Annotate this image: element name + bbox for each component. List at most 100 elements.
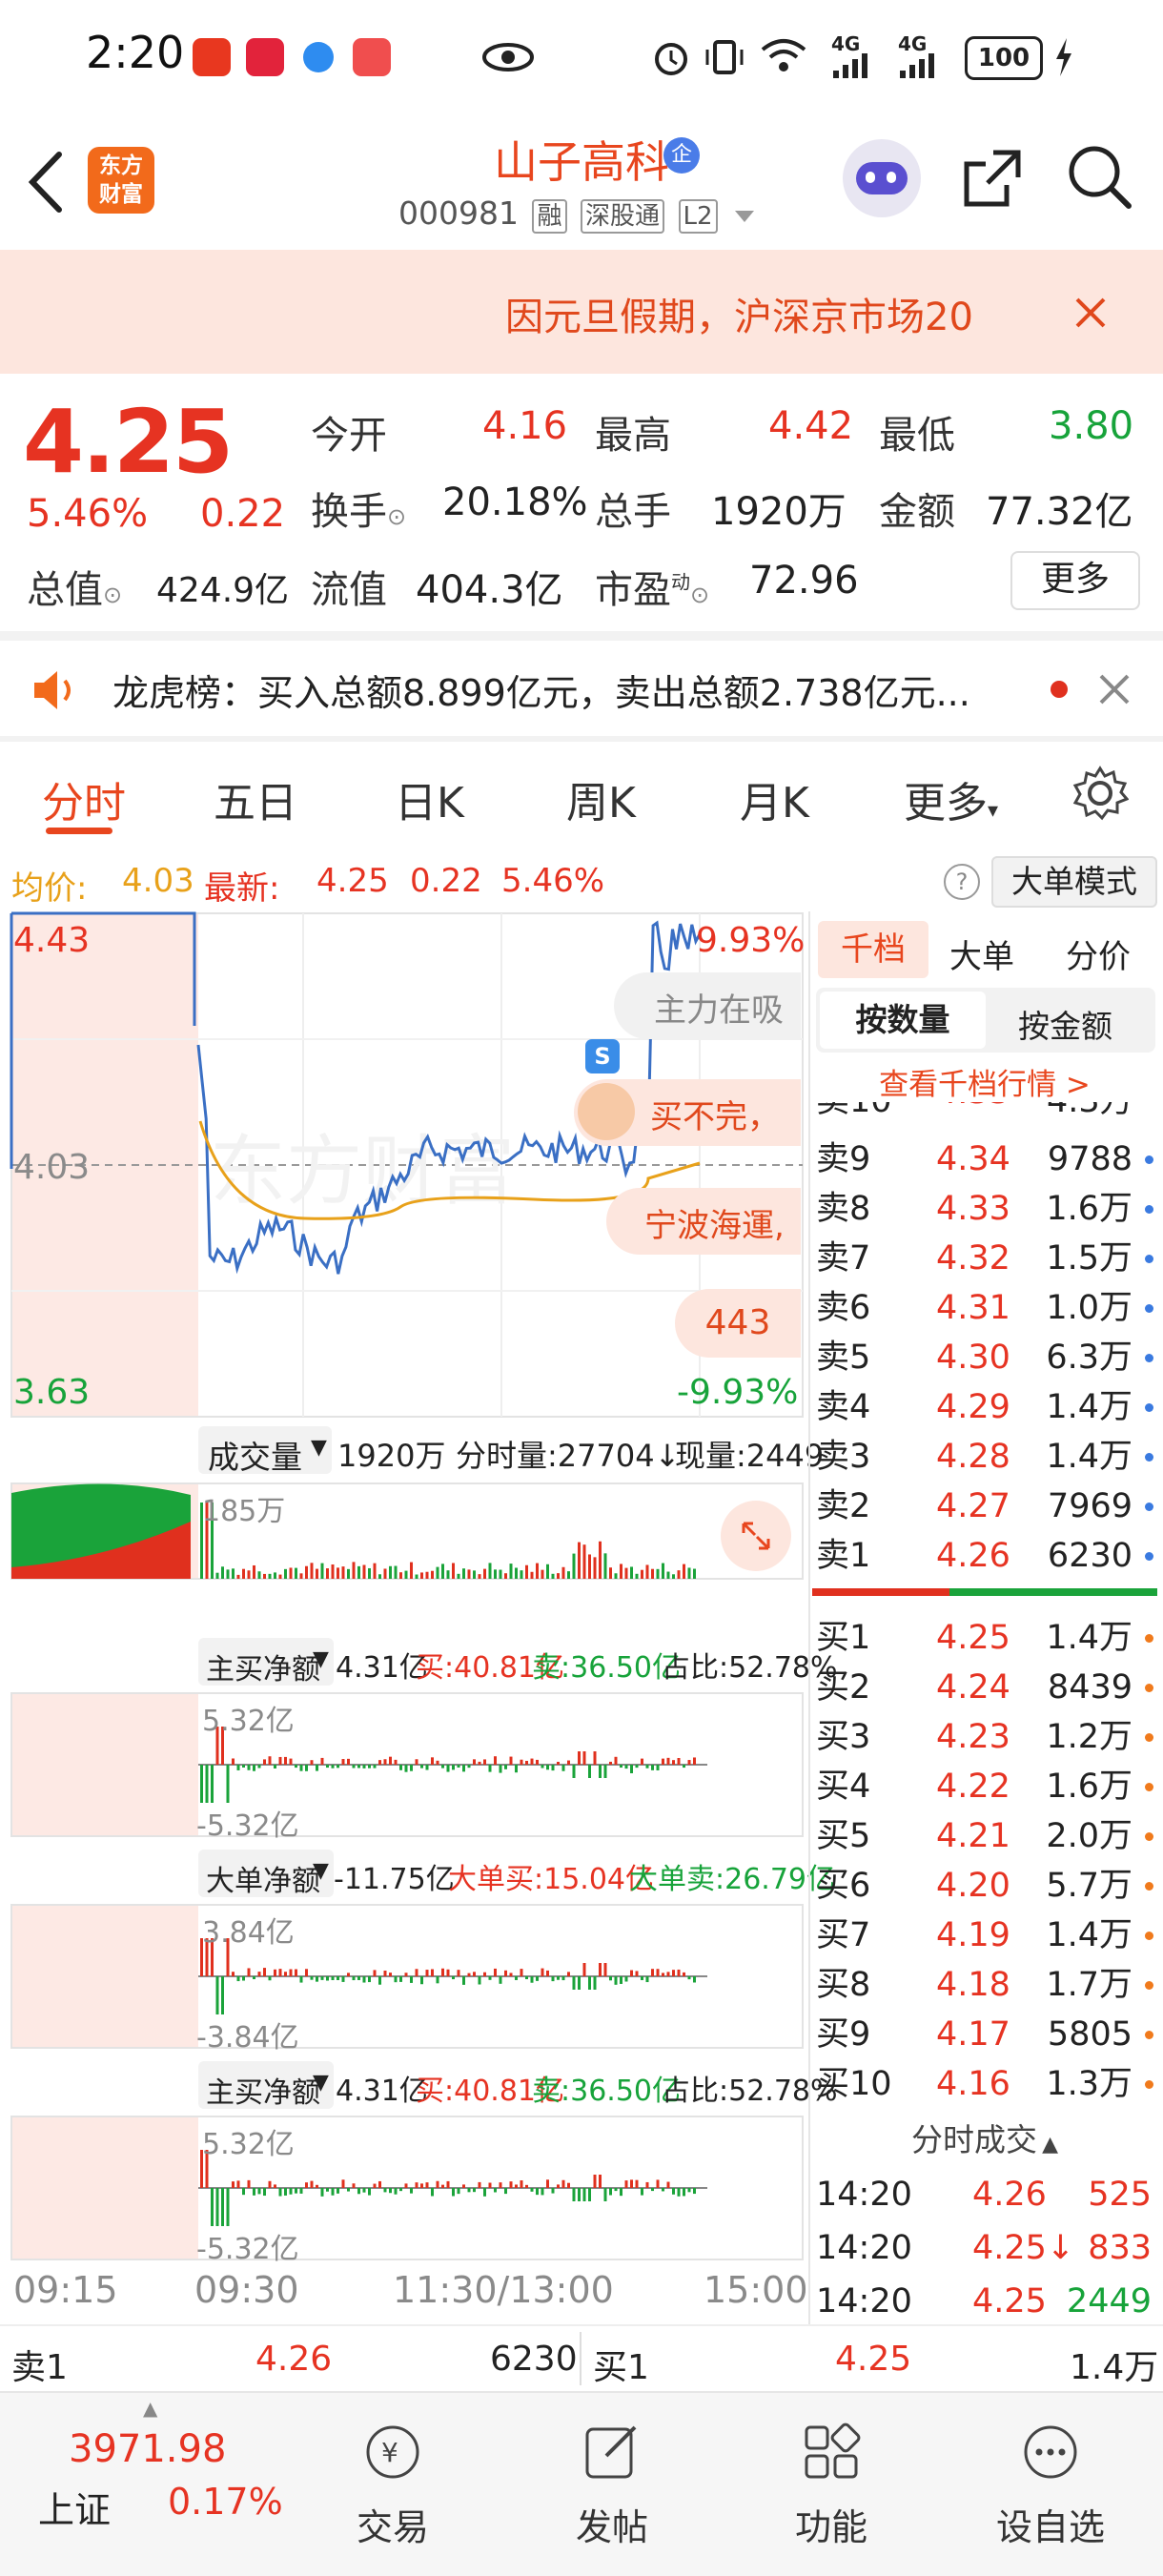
bid-label: 买8: [816, 1966, 871, 2004]
ask-row[interactable]: 卖5 4.30 6.3万: [812, 1333, 1157, 1382]
clock: 2:20: [86, 27, 185, 78]
ask-row[interactable]: 卖9 4.34 9788: [812, 1135, 1157, 1184]
tab-price-distribution[interactable]: 分价: [1066, 930, 1131, 977]
bid-dot: [1145, 1733, 1153, 1742]
big-order-select[interactable]: 大单净额 ▼: [198, 1850, 334, 1898]
sort-by-amount[interactable]: 按金额: [1018, 1001, 1112, 1047]
volume-indicator-select[interactable]: 成交量 ▼: [198, 1426, 332, 1476]
tick-row: 14:20 4.25 2449: [812, 2277, 1157, 2330]
share-icon[interactable]: [959, 145, 1026, 212]
ask-label: 卖5: [816, 1339, 871, 1377]
bid-row[interactable]: 买5 4.21 2.0万: [812, 1811, 1157, 1861]
sort-by-volume[interactable]: 按数量: [820, 992, 986, 1049]
ask-row[interactable]: 卖1 4.26 6230: [812, 1531, 1157, 1581]
nav-trade[interactable]: ¥ 交易: [316, 2393, 469, 2576]
tab-five-day[interactable]: 五日: [214, 768, 297, 829]
network-type-2: 4G: [898, 32, 928, 55]
ask-row[interactable]: 卖7 4.32 1.5万: [812, 1234, 1157, 1283]
net-flow-select-2[interactable]: 主买净额 ▼: [198, 2061, 334, 2110]
game-app-icon: [353, 38, 391, 76]
ticks-header[interactable]: 分时成交 ▲: [812, 2115, 1157, 2160]
ask-row[interactable]: 卖2 4.27 7969: [812, 1482, 1157, 1531]
holiday-notice-banner[interactable]: 因元旦假期，沪深京市场20: [0, 250, 1163, 374]
net-flow-sell: 卖:36.50亿: [532, 1651, 681, 1685]
bottom-bid-price: 4.25: [835, 2340, 912, 2379]
bid-label: 买5: [816, 1817, 871, 1855]
net-flow-ratio-2: 占比:52.78%: [662, 2075, 838, 2108]
bid-row[interactable]: 买4 4.22 1.6万: [812, 1762, 1157, 1811]
tab-monthly-k[interactable]: 月K: [740, 768, 809, 829]
tab-weekly-k[interactable]: 周K: [566, 768, 636, 829]
dropdown-triangle-icon[interactable]: [733, 209, 756, 224]
tab-thousand-levels-label: 千档: [841, 930, 906, 969]
big-order-mode-button[interactable]: 大单模式: [991, 856, 1157, 908]
ask-row[interactable]: 卖3 4.28 1.4万: [812, 1432, 1157, 1482]
bid-row[interactable]: 买6 4.20 5.7万: [812, 1861, 1157, 1911]
ask-row[interactable]: 卖4 4.29 1.4万: [812, 1382, 1157, 1432]
tick-price: 4.25: [972, 2282, 1047, 2320]
ask-list: 卖9 4.34 9788 卖8 4.33 1.6万 卖7 4.32 1.5万 卖…: [812, 1135, 1157, 1581]
bid-row[interactable]: 买7 4.19 1.4万: [812, 1911, 1157, 1960]
bottom-bid-volume: 1.4万: [1070, 2348, 1159, 2387]
bid-label: 买7: [816, 1916, 871, 1954]
bid-ask-ratio-green: [949, 1588, 1157, 1596]
ask-row[interactable]: 卖8 4.33 1.6万: [812, 1184, 1157, 1234]
company-badge-icon: 企: [663, 137, 700, 174]
tab-more[interactable]: 更多▾: [904, 768, 998, 829]
ticks-label: 分时成交: [910, 2121, 1037, 2158]
tab-intraday[interactable]: 分时: [42, 768, 126, 829]
bottom-ask-price: 4.26: [255, 2340, 333, 2379]
index-ticker[interactable]: ▲ 3971.98 上证 0.17%: [19, 2393, 305, 2576]
stock-code-row: 000981 融 深股通 L2: [398, 194, 756, 234]
ask-dot: [1145, 1155, 1153, 1164]
bid-row[interactable]: 买10 4.16 1.3万: [812, 2059, 1157, 2109]
more-button[interactable]: 更多: [1010, 551, 1140, 610]
sort-by-volume-label: 按数量: [855, 1001, 950, 1038]
pct-axis-bottom: -9.93%: [677, 1373, 799, 1412]
dragon-tiger-bar[interactable]: 龙虎榜：买入总额8.899亿元，卖出总额2.738亿元...: [0, 641, 1163, 736]
close-icon[interactable]: [1073, 296, 1108, 330]
comment-count-bubble[interactable]: 443: [675, 1289, 801, 1358]
nav-functions[interactable]: 功能: [755, 2393, 908, 2576]
bid-row[interactable]: 买9 4.17 5805: [812, 2010, 1157, 2059]
tab-thousand-levels[interactable]: 千档: [818, 921, 928, 978]
time-label-1500: 15:00: [704, 2269, 808, 2311]
tab-big-orders[interactable]: 大单: [949, 930, 1014, 977]
bid-volume: 1.6万: [1046, 1768, 1132, 1806]
bid-price: 4.21: [936, 1817, 1010, 1855]
nav-add-watchlist[interactable]: 设自选: [974, 2393, 1127, 2576]
expand-icon[interactable]: [721, 1501, 791, 1571]
pe-label-wrap[interactable]: 市盈动⊙: [595, 559, 709, 614]
ticks-list: 14:20 4.26 525 14:20 4.25↓ 833 14:20 4.2…: [812, 2170, 1157, 2330]
pe-value: 72.96: [749, 559, 859, 603]
settings-gear-icon[interactable]: [1071, 765, 1129, 822]
tab-daily-k[interactable]: 日K: [395, 768, 464, 829]
view-depth-link[interactable]: 查看千档行情 >: [879, 1068, 1091, 1102]
volume-indicator-label: 成交量: [208, 1439, 302, 1476]
close-icon[interactable]: [1098, 673, 1131, 705]
bid-label: 买4: [816, 1768, 871, 1806]
ask-volume: 6230: [1047, 1537, 1132, 1575]
signal-s-icon[interactable]: S: [585, 1039, 620, 1073]
nav-post[interactable]: 发帖: [536, 2393, 688, 2576]
ask-volume: 7969: [1047, 1487, 1132, 1525]
search-icon[interactable]: [1066, 143, 1134, 212]
mktcap-label-wrap[interactable]: 总值⊙: [27, 559, 122, 614]
comment-bubble-3[interactable]: 宁波海運,: [606, 1188, 801, 1255]
bid-row[interactable]: 买8 4.18 1.7万: [812, 1960, 1157, 2010]
bubble-text-3: 宁波海運,: [644, 1207, 785, 1245]
comment-bubble-1[interactable]: 主力在吸: [614, 972, 801, 1039]
help-icon[interactable]: ?: [944, 864, 980, 900]
bid-row[interactable]: 买1 4.25 1.4万: [812, 1613, 1157, 1663]
ask-row[interactable]: 卖6 4.31 1.0万: [812, 1283, 1157, 1333]
pre-open-zone: [11, 2116, 198, 2259]
ai-robot-avatar[interactable]: [843, 139, 921, 217]
bid-volume: 5805: [1047, 2015, 1132, 2054]
ask-label: 卖3: [816, 1438, 871, 1476]
net-flow-select[interactable]: 主买净额 ▼: [198, 1638, 334, 1687]
turnover-label-wrap[interactable]: 换手⊙: [311, 480, 406, 536]
bid-row[interactable]: 买2 4.24 8439: [812, 1663, 1157, 1712]
eye-icon: [482, 43, 534, 72]
bid-row[interactable]: 买3 4.23 1.2万: [812, 1712, 1157, 1762]
ask-10-volume: 4.3万: [1047, 1102, 1133, 1122]
